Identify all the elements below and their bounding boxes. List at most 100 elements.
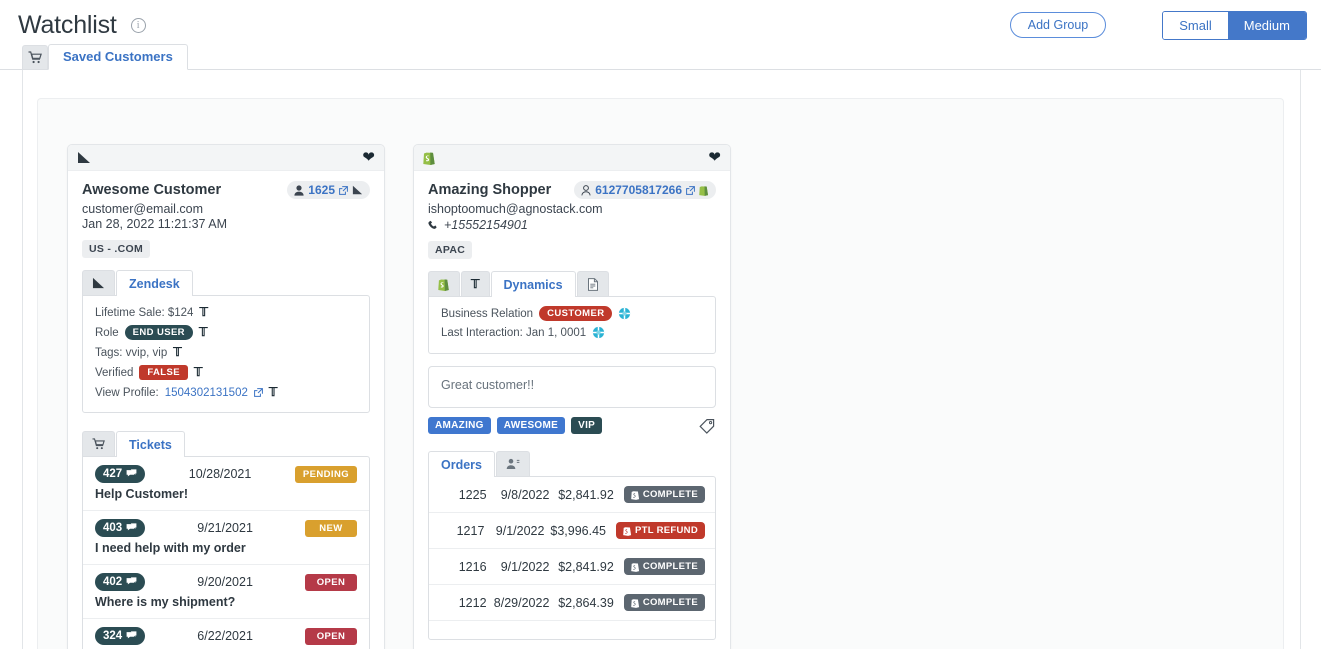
shopify-icon xyxy=(623,526,632,536)
favorite-heart-icon[interactable]: ❤ xyxy=(362,150,375,165)
zendesk-z-icon: 𝕋 xyxy=(471,276,480,291)
panel-tab-zendesk[interactable]: 𝕋 xyxy=(461,271,490,296)
customer-date: Jan 28, 2022 11:21:37 AM xyxy=(82,217,228,231)
tickets-list: 427 10/28/2021 PENDING Help Customer! 40… xyxy=(82,456,370,649)
dynamics-icon xyxy=(593,326,605,339)
tag-chip[interactable]: AWESOME xyxy=(496,417,566,434)
tab-cart-icon-button[interactable] xyxy=(22,45,48,69)
ticket-top-row: 403 9/21/2021 NEW xyxy=(95,519,357,537)
info-icon[interactable]: i xyxy=(130,17,146,33)
ticket-id-pill[interactable]: 427 xyxy=(95,465,146,483)
header-actions: Add Group Small Medium xyxy=(1009,10,1309,40)
panel-tab-shopify[interactable] xyxy=(428,271,460,296)
size-option-small[interactable]: Small xyxy=(1163,11,1228,39)
order-date: 9/1/2022 xyxy=(495,523,545,538)
ticket-subject: I need help with my order xyxy=(95,541,246,555)
customer-name: Awesome Customer xyxy=(82,182,222,198)
panel-row: Business Relation CUSTOMER xyxy=(441,306,703,321)
panel-tab-zendesk-icon[interactable] xyxy=(82,270,115,295)
ticket-id-pill[interactable]: 402 xyxy=(95,573,146,591)
region-badge: APAC xyxy=(428,241,473,259)
tickets-panel-tabs: Tickets xyxy=(82,431,370,457)
ticket-id-pill[interactable]: 324 xyxy=(95,627,146,645)
order-row[interactable]: 1216 9/1/2022 $2,841.92 COMPLETE xyxy=(429,548,715,584)
ticket-status-badge: OPEN xyxy=(304,573,357,591)
panel-row: Lifetime Sale: $124 𝕋 xyxy=(95,305,357,320)
add-group-button[interactable]: Add Group xyxy=(1009,12,1107,38)
customer-id-pill[interactable]: 6127705817266 xyxy=(574,181,716,199)
orders-panel: Orders 1225 9/8/2022 $2,841.92 COMPLETE … xyxy=(428,451,716,640)
panel-row: Verified FALSE 𝕋 xyxy=(95,365,357,380)
panel-tab-dynamics[interactable]: Dynamics xyxy=(490,271,576,297)
orders-tab-customer-icon[interactable] xyxy=(496,451,530,476)
panel-tab-zendesk[interactable]: Zendesk xyxy=(116,270,193,296)
order-row[interactable]: 1212 8/29/2022 $2,864.39 COMPLETE xyxy=(429,584,715,620)
business-relation-badge: CUSTOMER xyxy=(539,306,613,321)
panel-row-label: Role xyxy=(95,326,119,339)
tickets-tab[interactable]: Tickets xyxy=(116,431,185,457)
order-row[interactable]: 1225 9/8/2022 $2,841.92 COMPLETE xyxy=(429,477,715,512)
cards-container: ❤ Awesome Customer 1625 customer@email.c… xyxy=(37,98,1284,649)
shopify-icon xyxy=(631,562,639,572)
card-topbar: ❤ xyxy=(414,145,730,171)
panel-row-label: Business Relation xyxy=(441,307,534,320)
ticket-row[interactable]: 402 9/20/2021 OPEN Where is my shipment? xyxy=(83,564,369,618)
shopify-icon xyxy=(631,598,639,608)
ticket-id: 402 xyxy=(103,576,123,588)
ticket-date: 9/20/2021 xyxy=(197,575,253,589)
orders-list: 1225 9/8/2022 $2,841.92 COMPLETE 1217 9/… xyxy=(428,476,716,640)
ticket-id-pill[interactable]: 403 xyxy=(95,519,146,537)
size-option-medium[interactable]: Medium xyxy=(1227,11,1306,39)
order-status-badge: COMPLETE xyxy=(623,486,705,503)
ticket-date: 9/21/2021 xyxy=(197,521,253,535)
note-input[interactable]: Great customer!! xyxy=(428,366,716,408)
add-tag-icon[interactable] xyxy=(699,418,716,434)
view-profile-link[interactable]: 1504302131502 xyxy=(165,387,248,399)
external-link-icon xyxy=(339,185,348,195)
zendesk-icon: 𝕋 xyxy=(199,305,208,319)
orders-tab[interactable]: Orders xyxy=(428,451,495,477)
ticket-row[interactable]: 427 10/28/2021 PENDING Help Customer! xyxy=(83,457,369,510)
content-panel: ❤ Awesome Customer 1625 customer@email.c… xyxy=(22,70,1301,649)
tickets-tab-cart-icon[interactable] xyxy=(82,431,115,456)
ticket-status-badge: PENDING xyxy=(294,465,357,483)
customer-card[interactable]: ❤ Amazing Shopper 6127705817266 ishoptoo… xyxy=(413,144,731,649)
customer-id-pill[interactable]: 1625 xyxy=(287,181,370,199)
tag-chip[interactable]: VIP xyxy=(571,417,603,434)
cart-icon xyxy=(92,438,105,450)
order-status-badge: COMPLETE xyxy=(623,558,705,575)
order-row[interactable]: 1217 9/1/2022 $3,996.45 PTL REFUND xyxy=(429,512,715,548)
panel-row-label: Verified xyxy=(95,366,134,379)
customer-icon xyxy=(506,458,520,469)
ticket-row[interactable]: 403 9/21/2021 NEW I need help with my or… xyxy=(83,510,369,564)
tag-chip[interactable]: AMAZING xyxy=(428,417,491,434)
order-status-text: COMPLETE xyxy=(642,561,698,572)
customer-card[interactable]: ❤ Awesome Customer 1625 customer@email.c… xyxy=(67,144,385,649)
panel-row: Last Interaction: Jan 1, 0001 xyxy=(441,326,703,339)
tab-saved-customers[interactable]: Saved Customers xyxy=(48,44,188,70)
ticket-top-row: 402 9/20/2021 OPEN xyxy=(95,573,357,591)
order-row-partial[interactable] xyxy=(429,620,715,639)
region-badge: US - .COM xyxy=(82,240,151,258)
ticket-row[interactable]: 324 6/22/2021 OPEN xyxy=(83,618,369,649)
ticket-id: 324 xyxy=(103,630,123,642)
zendesk-icon: 𝕋 xyxy=(193,365,203,379)
page-header: Watchlist i Add Group Small Medium xyxy=(0,0,1321,44)
ticket-id: 427 xyxy=(103,468,123,480)
card-body: Amazing Shopper 6127705817266 ishoptoomu… xyxy=(414,171,730,649)
ticket-subject: Where is my shipment? xyxy=(95,595,236,609)
integration-panel-tabs: Zendesk xyxy=(82,270,370,296)
ticket-subject: Help Customer! xyxy=(95,487,189,501)
dynamics-icon xyxy=(619,307,631,320)
ticket-top-row: 427 10/28/2021 PENDING xyxy=(95,465,357,483)
order-number: 1225 xyxy=(458,487,487,502)
panel-row-label: Last Interaction: Jan 1, 0001 xyxy=(441,326,587,339)
panel-tab-document[interactable] xyxy=(576,271,609,296)
customer-phone-value: +15552154901 xyxy=(444,218,528,232)
shopify-icon xyxy=(438,278,449,291)
favorite-heart-icon[interactable]: ❤ xyxy=(708,150,721,165)
customer-id-value: 6127705817266 xyxy=(595,183,682,197)
role-badge: END USER xyxy=(124,325,193,340)
external-link-icon[interactable] xyxy=(253,388,263,397)
order-status-text: PTL REFUND xyxy=(635,525,698,536)
